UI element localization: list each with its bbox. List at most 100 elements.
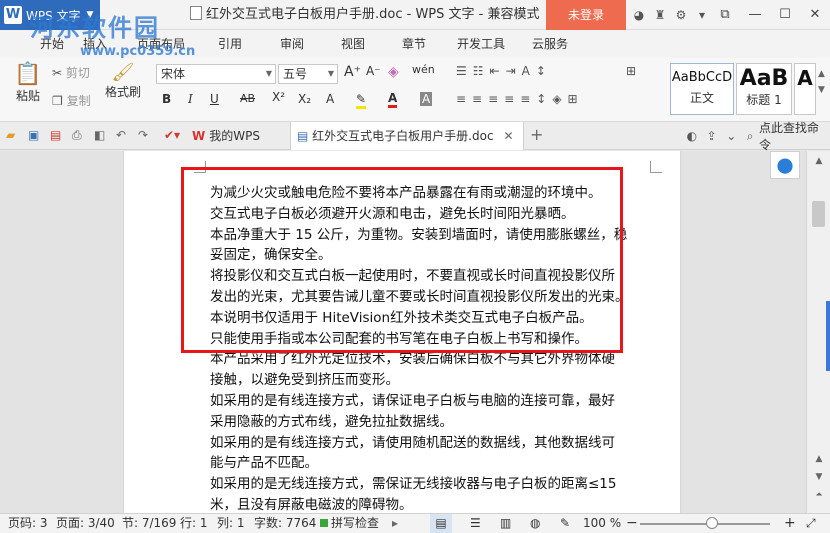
strikethrough-button[interactable]: AB <box>240 92 255 105</box>
prev-page-icon[interactable]: ⏶ <box>810 487 828 503</box>
login-button[interactable]: 未登录 <box>546 0 626 30</box>
close-tab-icon[interactable]: ✕ <box>504 129 514 143</box>
font-size-select[interactable]: 五号 ▼ <box>278 64 338 84</box>
share-icon[interactable]: ⇪ <box>702 129 722 143</box>
underline-button[interactable]: U <box>210 92 219 106</box>
styles-scroll[interactable]: ▲ ▼ <box>818 66 825 98</box>
text-effect-button[interactable]: A <box>326 92 334 106</box>
location-pin-button[interactable]: ⬤ <box>770 151 800 179</box>
shrink-font-button[interactable]: A⁻ <box>366 64 381 78</box>
superscript-button[interactable]: X² <box>272 90 285 104</box>
read-view-icon[interactable]: ▥ <box>500 514 511 533</box>
tab-list-icon[interactable]: ⌄ <box>721 129 741 143</box>
collab-icon[interactable]: ◐ <box>682 129 702 143</box>
shirt-icon[interactable]: ♜ <box>651 8 669 22</box>
web-view-icon[interactable]: ◍ <box>530 514 540 533</box>
scroll-up-icon[interactable]: ▲ <box>810 451 828 467</box>
chevron-down-icon: ▼ <box>327 69 334 78</box>
skin-icon[interactable]: ◕ <box>630 8 648 22</box>
page-count[interactable]: 页面: 3/40 <box>56 514 115 533</box>
dropdown-icon[interactable]: ▾ <box>693 8 711 22</box>
paste-label: 粘贴 <box>15 89 40 103</box>
zoom-level[interactable]: 100 % <box>583 514 621 533</box>
minimize-icon[interactable]: — <box>740 0 770 30</box>
column-indicator: 列: 1 <box>217 516 245 530</box>
scissors-icon: ✂ <box>52 66 63 80</box>
pdf-icon[interactable]: ▤ <box>50 128 61 142</box>
copy-icon: ❐ <box>52 94 63 108</box>
find-command-input[interactable]: 点此查找命令 <box>759 119 830 153</box>
wps-logo-icon: W <box>4 6 22 24</box>
paste-button[interactable]: 📋 粘贴 <box>8 62 48 104</box>
font-color-icon: A <box>388 91 398 105</box>
zoom-slider-knob[interactable] <box>705 517 718 529</box>
tab-my-wps[interactable]: W 我的WPS <box>186 122 260 150</box>
phonetic-button[interactable]: wén <box>412 63 435 76</box>
font-name-select[interactable]: 宋体 ▼ <box>156 64 276 84</box>
outline-view-icon[interactable]: ☰ <box>470 514 481 533</box>
subscript-icon: X₂ <box>298 92 312 106</box>
clear-format-button[interactable]: ◈ <box>388 64 399 80</box>
restore-icon[interactable]: ⧉ <box>710 0 740 30</box>
document-page[interactable]: 为减少火灾或触电危险不要将本产品暴露在有雨或潮湿的环境中。 交互式电子白板必须避… <box>124 151 680 513</box>
zoom-in-button[interactable]: + <box>784 514 796 533</box>
text-effect-icon: A <box>326 92 335 106</box>
zoom-slider[interactable] <box>640 523 770 525</box>
style-normal[interactable]: AaBbCcD 正文 <box>670 63 734 115</box>
spell-check-toggle[interactable]: 拼写检查 <box>320 514 379 533</box>
style-heading-2[interactable]: A <box>794 63 816 115</box>
tab-cloud[interactable]: 云服务 <box>532 30 568 58</box>
cut-button[interactable]: ✂ 剪切 <box>52 64 90 81</box>
fit-window-icon[interactable]: ⤢ <box>806 514 816 533</box>
maximize-icon[interactable]: ☐ <box>770 0 800 30</box>
spell-check-icon <box>320 519 328 527</box>
status-divider: ▸ <box>392 516 399 530</box>
margin-corner-mark <box>650 161 662 173</box>
clipboard-icon: 📋 <box>14 62 42 87</box>
page-code[interactable]: 页码: 3 <box>8 514 48 533</box>
section-count[interactable]: 节: 7/169 <box>122 514 176 533</box>
scroll-down-icon[interactable]: ▼ <box>810 469 828 485</box>
new-tab-button[interactable]: + <box>530 125 543 144</box>
list-buttons[interactable]: ☰☷⇤⇥A↕ <box>456 64 552 78</box>
print-icon[interactable]: ⎙ <box>72 128 82 143</box>
grow-font-button[interactable]: A⁺ <box>344 64 361 80</box>
word-count[interactable]: 字数: 7764 <box>254 514 316 533</box>
tab-developer[interactable]: 开发工具 <box>457 30 505 58</box>
tab-view[interactable]: 视图 <box>341 30 365 58</box>
bold-button[interactable]: B <box>162 92 171 106</box>
tab-document[interactable]: ▤ 红外交互式电子白板用户手册.doc ✕ <box>290 122 524 150</box>
open-folder-icon[interactable]: ▰ <box>6 128 15 142</box>
subscript-button[interactable]: X₂ <box>298 92 311 106</box>
text-line: 采用隐蔽的方式布线，避免拉扯数据线。 <box>210 413 453 430</box>
undo-icon[interactable]: ↶ <box>116 128 126 142</box>
table-border-button[interactable]: ⊞ <box>626 64 636 78</box>
text-line: 米，且没有屏蔽电磁波的障碍物。 <box>210 496 413 513</box>
shrink-font-icon: A⁻ <box>366 64 381 78</box>
style-heading-1[interactable]: AaB 标题 1 <box>736 63 792 115</box>
tab-references[interactable]: 引用 <box>218 30 242 58</box>
close-icon[interactable]: ✕ <box>800 0 830 30</box>
align-buttons[interactable]: ≡≡≡≡≡↕◈⊞ <box>456 92 584 106</box>
zoom-out-button[interactable]: − <box>626 514 638 533</box>
save-icon[interactable]: ▣ <box>28 128 39 142</box>
print-preview-icon[interactable]: ◧ <box>94 128 105 142</box>
strikethrough-icon: AB <box>240 92 256 105</box>
char-shading-button[interactable]: A <box>420 92 433 106</box>
redo-icon[interactable]: ↷ <box>138 128 148 142</box>
mode-icon[interactable]: ✎ <box>560 514 570 533</box>
copy-button[interactable]: ❐ 复制 <box>52 92 91 109</box>
page-view-icon[interactable]: ▤ <box>430 514 452 533</box>
vertical-scrollbar[interactable]: ▲ ▲ ▼ ⏶ <box>806 151 830 513</box>
brush-icon: 🖌 <box>111 62 135 83</box>
italic-button[interactable]: I <box>188 92 193 106</box>
tab-review[interactable]: 审阅 <box>280 30 304 58</box>
format-painter-button[interactable]: 🖌 格式刷 <box>104 62 142 100</box>
font-color-button[interactable]: A <box>388 91 398 108</box>
settings-icon[interactable]: ⚙ <box>672 8 690 22</box>
quick-access-dropdown-icon[interactable]: ✔▾ <box>164 128 180 142</box>
scroll-thumb[interactable] <box>812 201 825 227</box>
highlight-button[interactable]: ✎ <box>356 92 367 109</box>
tab-chapter[interactable]: 章节 <box>402 30 426 58</box>
scroll-up-icon[interactable]: ▲ <box>810 153 828 169</box>
